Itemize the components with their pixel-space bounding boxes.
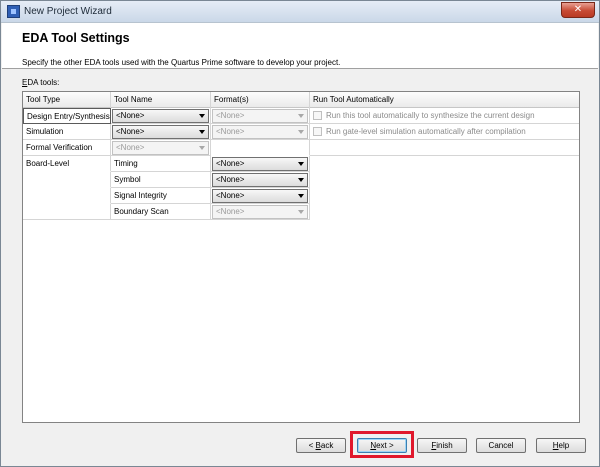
- finish-button[interactable]: Finish: [417, 438, 467, 453]
- chevron-down-icon: [199, 130, 205, 134]
- table-row[interactable]: Formal Verification <None>: [23, 140, 579, 156]
- chevron-down-icon: [199, 146, 205, 150]
- format-cell: <None>: [211, 188, 310, 204]
- format-cell: <None>: [211, 124, 310, 140]
- table-header: Tool Type Tool Name Format(s) Run Tool A…: [23, 92, 579, 108]
- tool-name-cell: <None>: [111, 108, 211, 124]
- close-button[interactable]: ✕: [561, 2, 595, 18]
- window-title: New Project Wizard: [24, 6, 112, 17]
- chevron-down-icon: [298, 210, 304, 214]
- chevron-down-icon: [298, 178, 304, 182]
- run-auto-cell: Run gate-level simulation automatically …: [310, 124, 579, 140]
- next-button-highlight: [350, 431, 414, 458]
- cancel-button[interactable]: Cancel: [476, 438, 526, 453]
- run-auto-cell: [310, 156, 579, 172]
- run-auto-cell: [310, 140, 579, 156]
- format-dropdown: <None>: [212, 125, 308, 139]
- format-dropdown[interactable]: <None>: [212, 173, 308, 187]
- format-dropdown[interactable]: <None>: [212, 157, 308, 171]
- table-row[interactable]: Board-Level Timing <None>: [23, 156, 579, 172]
- quartus-app-icon: [7, 5, 20, 18]
- format-cell: <None>: [211, 172, 310, 188]
- table-row[interactable]: Symbol <None>: [23, 172, 579, 188]
- run-auto-cell: [310, 172, 579, 188]
- eda-tools-label: EDA tools:: [22, 78, 60, 87]
- tool-name-dropdown[interactable]: <None>: [112, 109, 209, 123]
- tool-name-cell: <None>: [111, 124, 211, 140]
- tool-name-cell: Timing: [111, 156, 211, 172]
- table-row[interactable]: Signal Integrity <None>: [23, 188, 579, 204]
- column-header-tool-type[interactable]: Tool Type: [23, 92, 111, 108]
- chevron-down-icon: [199, 114, 205, 118]
- tool-type-cell: Design Entry/Synthesis: [23, 108, 111, 124]
- format-dropdown[interactable]: <None>: [212, 189, 308, 203]
- format-cell: <None>: [211, 108, 310, 124]
- run-auto-label: Run gate-level simulation automatically …: [326, 127, 526, 136]
- run-auto-cell: [310, 204, 579, 220]
- run-auto-checkbox: [313, 111, 322, 120]
- tool-name-cell: Signal Integrity: [111, 188, 211, 204]
- page-description: Specify the other EDA tools used with th…: [22, 58, 341, 67]
- tool-type-cell: [23, 188, 111, 204]
- tool-type-cell: [23, 204, 111, 220]
- run-auto-label: Run this tool automatically to synthesiz…: [326, 111, 535, 120]
- column-header-formats[interactable]: Format(s): [211, 92, 310, 108]
- chevron-down-icon: [298, 130, 304, 134]
- chevron-down-icon: [298, 162, 304, 166]
- run-auto-cell: Run this tool automatically to synthesiz…: [310, 108, 579, 124]
- back-button[interactable]: < Back: [296, 438, 346, 453]
- chevron-down-icon: [298, 114, 304, 118]
- tool-name-dropdown: <None>: [112, 141, 209, 155]
- tool-name-dropdown[interactable]: <None>: [112, 125, 209, 139]
- tool-type-cell: [23, 172, 111, 188]
- column-header-tool-name[interactable]: Tool Name: [111, 92, 211, 108]
- table-row[interactable]: Simulation <None> <None> Run gate-level …: [23, 124, 579, 140]
- format-dropdown: <None>: [212, 109, 308, 123]
- wizard-header: EDA Tool Settings Specify the other EDA …: [2, 23, 598, 69]
- run-auto-checkbox: [313, 127, 322, 136]
- close-icon: ✕: [573, 4, 583, 15]
- run-auto-cell: [310, 188, 579, 204]
- tool-type-cell: Formal Verification: [23, 140, 111, 156]
- table-row[interactable]: Boundary Scan <None>: [23, 204, 579, 220]
- tool-type-cell: Simulation: [23, 124, 111, 140]
- format-cell: <None>: [211, 204, 310, 220]
- table-row[interactable]: Design Entry/Synthesis <None> <None> Run…: [23, 108, 579, 124]
- tool-name-cell: Boundary Scan: [111, 204, 211, 220]
- help-button[interactable]: Help: [536, 438, 586, 453]
- tool-name-cell: Symbol: [111, 172, 211, 188]
- format-cell: [211, 140, 310, 156]
- page-title: EDA Tool Settings: [22, 31, 130, 45]
- format-cell: <None>: [211, 156, 310, 172]
- tool-type-cell: Board-Level: [23, 156, 111, 172]
- title-bar[interactable]: New Project Wizard ✕: [1, 1, 599, 23]
- eda-tools-table: Tool Type Tool Name Format(s) Run Tool A…: [22, 91, 580, 423]
- chevron-down-icon: [298, 194, 304, 198]
- wizard-window: New Project Wizard ✕ EDA Tool Settings S…: [0, 0, 600, 467]
- format-dropdown: <None>: [212, 205, 308, 219]
- tool-name-cell: <None>: [111, 140, 211, 156]
- column-header-run-auto[interactable]: Run Tool Automatically: [310, 92, 579, 108]
